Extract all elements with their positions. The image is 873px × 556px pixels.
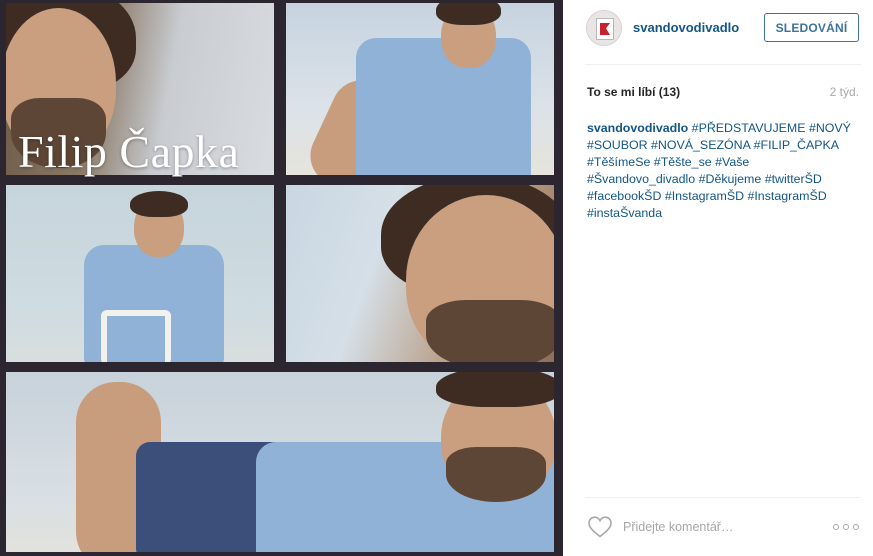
- photo-caption-text: Filip Čapka: [18, 126, 240, 177]
- avatar[interactable]: [586, 10, 622, 46]
- username-link[interactable]: svandovodivadlo: [633, 20, 739, 35]
- photo-tile-portrait: [286, 185, 554, 362]
- caption-author-link[interactable]: svandovodivadlo: [587, 121, 688, 135]
- caption-comment: svandovodivadlo #PŘEDSTAVUJEME #NOVÝ #SO…: [587, 120, 859, 222]
- post-timestamp[interactable]: 2 týd.: [830, 85, 859, 99]
- follow-button[interactable]: SLEDOVÁNÍ: [764, 13, 859, 42]
- photo-tile-sitting: [286, 3, 554, 175]
- post-header: svandovodivadlo SLEDOVÁNÍ: [585, 8, 861, 48]
- heart-icon[interactable]: [587, 515, 613, 539]
- comment-bar: [585, 510, 861, 546]
- post-details-panel: svandovodivadlo SLEDOVÁNÍ To se mi líbí …: [563, 0, 873, 556]
- divider: [585, 64, 861, 65]
- caption-hashtags[interactable]: #PŘEDSTAVUJEME #NOVÝ #SOUBOR #NOVÁ_SEZÓN…: [587, 121, 851, 220]
- likes-row: To se mi líbí (13) 2 týd.: [587, 85, 859, 103]
- likes-count[interactable]: To se mi líbí (13): [587, 85, 680, 99]
- more-options-icon[interactable]: [833, 524, 859, 532]
- divider: [585, 497, 861, 498]
- photo-tile-chair: [6, 185, 274, 362]
- photo-tile-lying: [6, 372, 554, 552]
- post-photo[interactable]: Filip Čapka: [0, 0, 563, 556]
- comment-input[interactable]: [623, 516, 823, 538]
